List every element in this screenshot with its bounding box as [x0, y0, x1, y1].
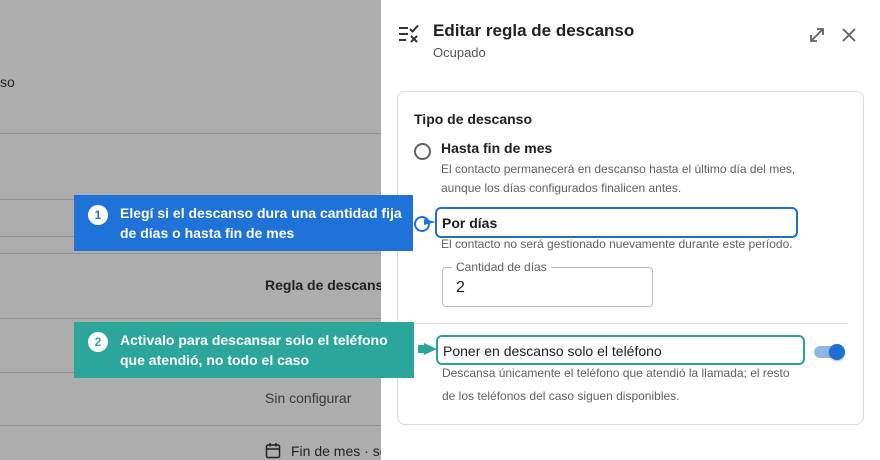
callout-1: 1 Elegí si el descanso dura una cantidad… [74, 195, 413, 251]
option-month-end-label[interactable]: Hasta fin de mes [441, 140, 552, 156]
card-divider [414, 323, 848, 324]
option-month-end-desc-2: aunque los días configurados finalicen a… [441, 181, 682, 195]
callout-1-text: Elegí si el descanso dura una cantidad f… [120, 205, 402, 241]
highlight-phone-only[interactable]: Poner en descanso solo el teléfono [436, 335, 805, 365]
option-days-label[interactable]: Por días [442, 215, 497, 231]
expand-icon[interactable] [807, 25, 827, 45]
callout-2-number: 2 [88, 332, 108, 352]
rest-type-title: Tipo de descanso [414, 111, 532, 127]
panel-title: Editar regla de descanso [433, 21, 635, 40]
callout-1-connector [414, 216, 436, 232]
callout-2: 2 Activalo para descansar solo el teléfo… [74, 322, 414, 378]
close-icon[interactable] [839, 25, 859, 45]
rule-edit-icon [397, 22, 421, 46]
phone-only-desc-2: de los teléfonos del caso siguen disponi… [442, 389, 680, 403]
callout-2-text: Activalo para descansar solo el teléfono… [120, 332, 388, 368]
phone-only-label[interactable]: Poner en descanso solo el teléfono [443, 343, 662, 359]
days-quantity-value[interactable]: 2 [456, 279, 465, 297]
callout-2-connector [418, 343, 437, 355]
phone-only-toggle[interactable] [814, 344, 845, 360]
phone-only-desc-1: Descansa únicamente el teléfono que aten… [442, 366, 790, 380]
highlight-by-days[interactable]: Por días [435, 207, 798, 238]
option-month-end-desc-1: El contacto permanecerá en descanso hast… [441, 162, 796, 176]
toggle-thumb [829, 344, 845, 360]
days-quantity-field[interactable]: Cantidad de días 2 [442, 260, 653, 307]
days-quantity-label: Cantidad de días [452, 260, 551, 274]
rest-type-card: Tipo de descanso Hasta fin de mes El con… [397, 91, 864, 425]
radio-month-end[interactable] [414, 143, 431, 160]
callout-1-number: 1 [88, 205, 108, 225]
panel-subtitle: Ocupado [433, 45, 486, 60]
